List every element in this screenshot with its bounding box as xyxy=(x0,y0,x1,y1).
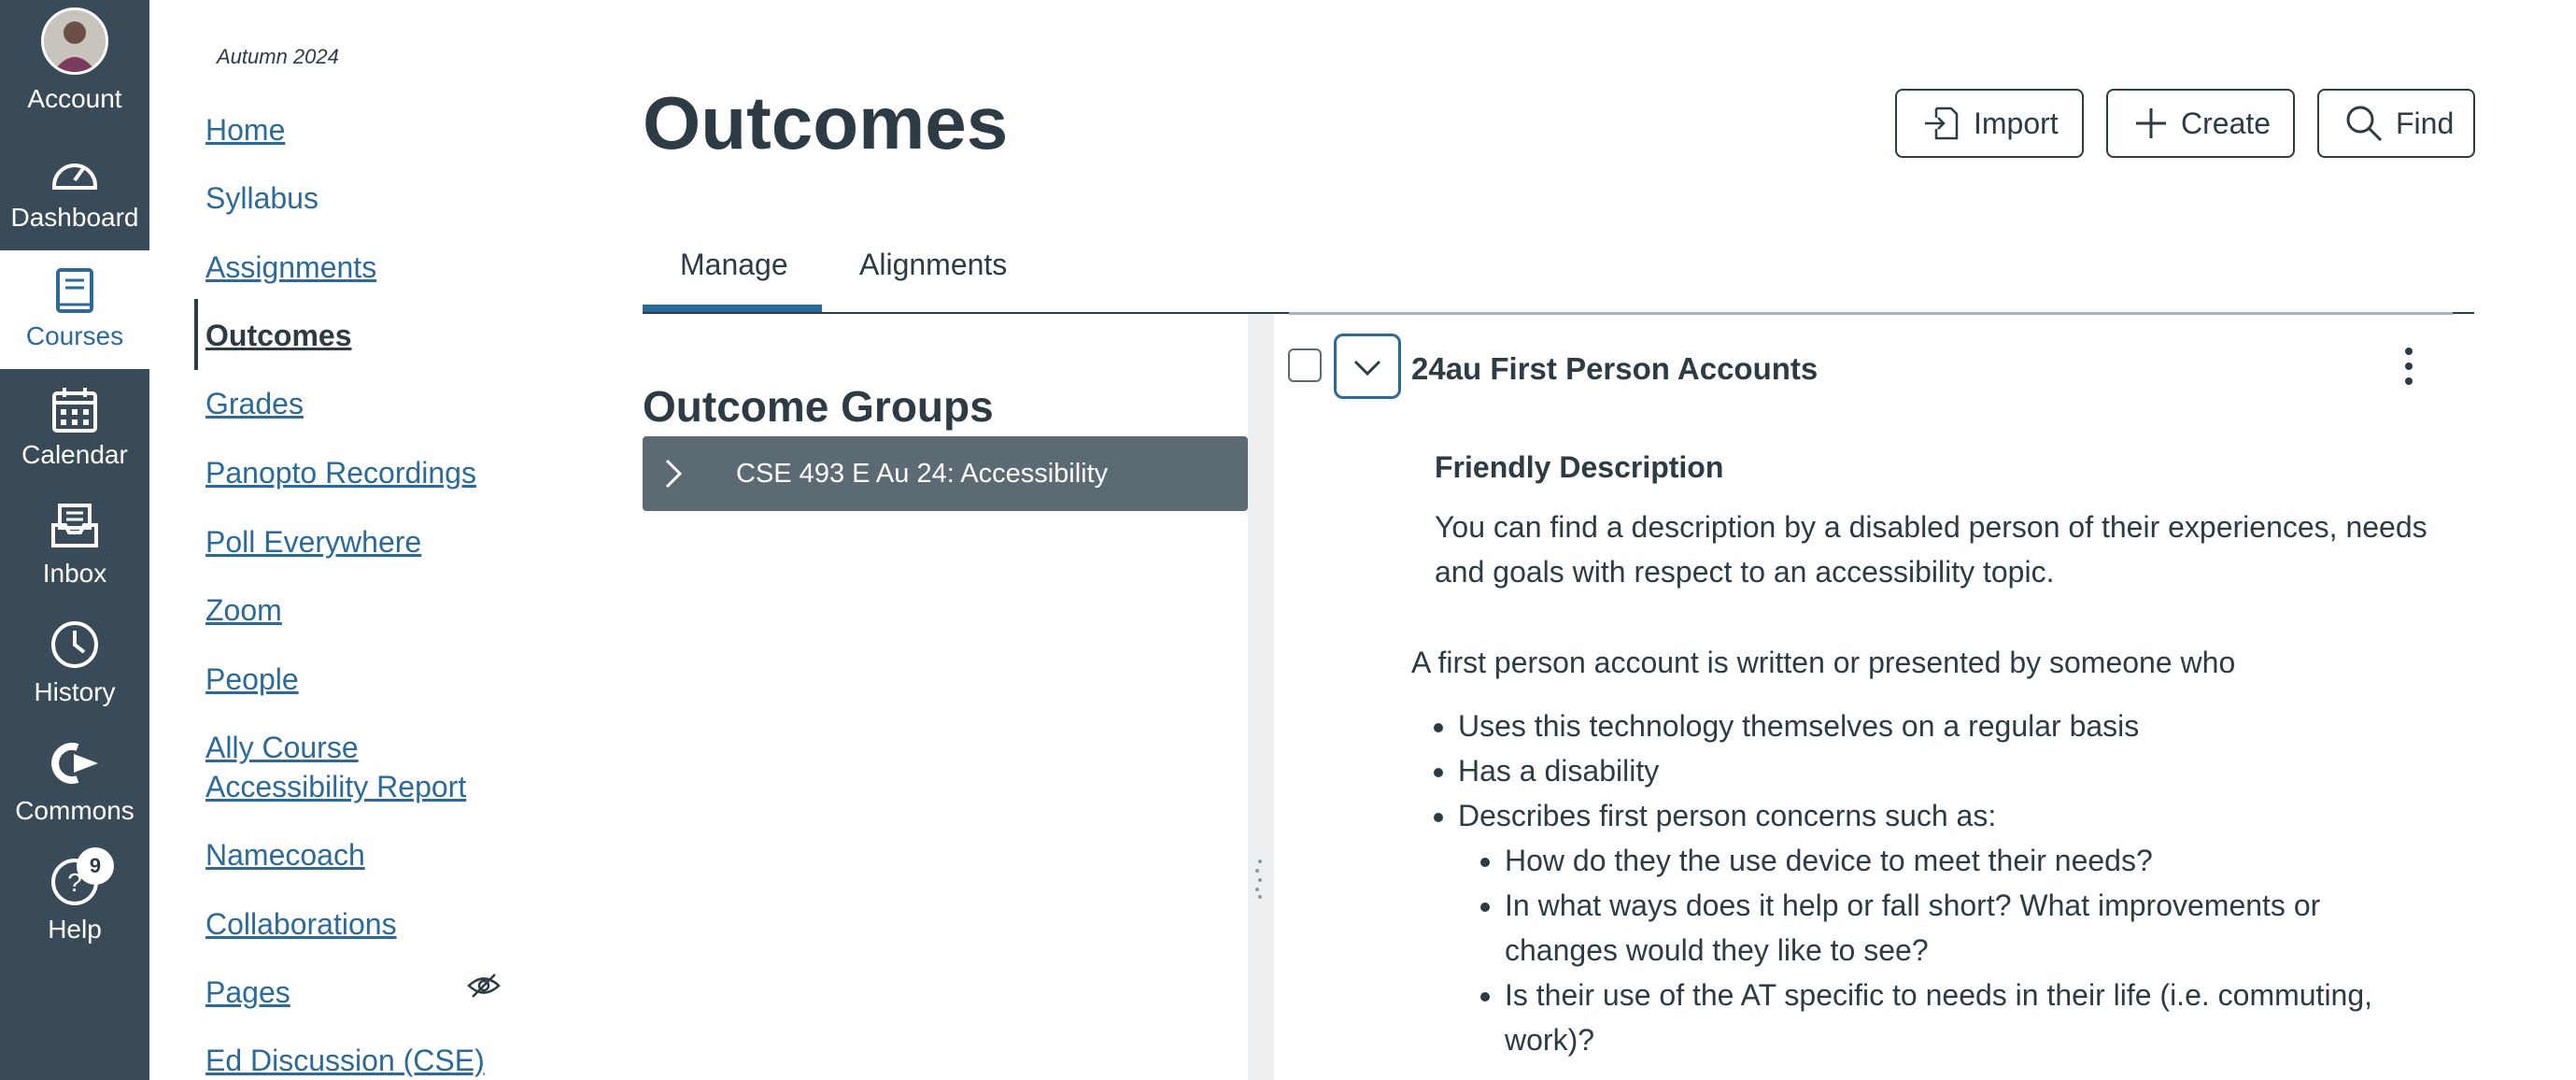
course-nav-grades[interactable]: Grades xyxy=(205,384,304,423)
hidden-eye-icon xyxy=(467,973,501,998)
ally-line-1: Ally Course xyxy=(205,731,359,764)
sub-list-item: In what ways does it help or fall short?… xyxy=(1505,883,2373,973)
course-nav-ally-report[interactable]: Ally Course Accessibility Report xyxy=(205,728,466,806)
sub-list-item: How do they the use device to meet their… xyxy=(1505,838,2373,883)
tab-alignments[interactable]: Alignments xyxy=(859,248,1007,282)
plus-icon xyxy=(2136,108,2166,138)
chevron-right-icon xyxy=(665,459,683,489)
global-nav-account-label: Account xyxy=(27,84,122,113)
commons-icon xyxy=(51,743,98,784)
global-nav-inbox[interactable]: Inbox xyxy=(0,488,149,606)
find-button[interactable]: Find xyxy=(2317,89,2475,158)
outcome-group-item[interactable]: CSE 493 E Au 24: Accessibility xyxy=(643,436,1248,511)
global-nav-dashboard-label: Dashboard xyxy=(10,203,139,232)
list-item-text: Describes first person concerns such as: xyxy=(1458,799,1997,832)
outcome-list-top-border xyxy=(1289,312,2453,315)
calendar-icon xyxy=(52,388,97,433)
global-nav-account[interactable]: Account xyxy=(0,0,149,119)
sub-list-item: Is their use of the AT specific to needs… xyxy=(1505,973,2373,1062)
global-nav-courses[interactable]: Courses xyxy=(0,250,149,369)
course-nav-zoom[interactable]: Zoom xyxy=(205,590,282,630)
ally-line-2: Accessibility Report xyxy=(205,770,467,803)
course-nav-panopto[interactable]: Panopto Recordings xyxy=(205,453,476,492)
panel-resizer[interactable] xyxy=(1248,314,1274,1080)
description-intro: A first person account is written or pre… xyxy=(1411,646,2236,679)
list-item: Has a disability xyxy=(1458,748,2485,793)
avatar xyxy=(41,7,108,75)
chevron-down-icon xyxy=(1353,360,1381,377)
friendly-description-label: Friendly Description xyxy=(1435,450,1724,484)
global-nav-dashboard[interactable]: Dashboard xyxy=(0,119,149,237)
outcome-select-checkbox[interactable] xyxy=(1288,348,1322,382)
help-badge: 9 xyxy=(77,847,114,885)
global-nav-calendar[interactable]: Calendar xyxy=(0,369,149,488)
global-nav-commons[interactable]: Commons xyxy=(0,725,149,844)
course-nav-pages[interactable]: Pages xyxy=(205,973,290,1012)
tab-manage[interactable]: Manage xyxy=(680,248,788,282)
more-options-icon[interactable] xyxy=(2402,346,2415,387)
course-nav-syllabus[interactable]: Syllabus xyxy=(205,178,318,218)
import-label: Import xyxy=(1974,106,2059,140)
current-page-indicator xyxy=(194,299,198,370)
import-button[interactable]: Import xyxy=(1895,89,2084,158)
friendly-description-text: You can find a description by a disabled… xyxy=(1435,510,2427,589)
global-nav-calendar-label: Calendar xyxy=(21,440,128,469)
list-item-with-sublist: Describes first person concerns such as:… xyxy=(1458,793,2485,1062)
global-nav-courses-label: Courses xyxy=(25,321,124,350)
course-nav-home[interactable]: Home xyxy=(205,110,285,149)
sub-list: How do they the use device to meet their… xyxy=(1458,838,2485,1062)
global-nav-history[interactable]: History xyxy=(0,606,149,725)
dashboard-icon xyxy=(52,163,97,190)
outcome-group-label: CSE 493 E Au 24: Accessibility xyxy=(736,459,1109,489)
list-item: Uses this technology themselves on a reg… xyxy=(1458,703,2485,748)
import-icon xyxy=(1925,107,1959,140)
course-nav-poll-everywhere[interactable]: Poll Everywhere xyxy=(205,522,421,561)
course-nav-people[interactable]: People xyxy=(205,660,299,699)
outcome-groups-heading: Outcome Groups xyxy=(643,382,994,431)
search-icon xyxy=(2346,106,2383,142)
global-nav-inbox-label: Inbox xyxy=(42,559,107,588)
global-nav-help-label: Help xyxy=(48,915,102,944)
term-label: Autumn 2024 xyxy=(217,45,339,68)
global-nav-commons-label: Commons xyxy=(15,796,134,825)
clock-icon xyxy=(51,621,98,668)
outcome-title: 24au First Person Accounts xyxy=(1411,351,1819,386)
global-nav-history-label: History xyxy=(34,677,116,706)
outcome-collapse-button[interactable] xyxy=(1334,334,1401,399)
create-label: Create xyxy=(2181,106,2272,140)
course-nav-namecoach[interactable]: Namecoach xyxy=(205,835,365,874)
global-nav-help[interactable]: ? Help xyxy=(0,844,149,962)
description-list: Uses this technology themselves on a reg… xyxy=(1411,703,2485,1062)
course-nav-assignments[interactable]: Assignments xyxy=(205,248,376,287)
active-tab-indicator xyxy=(643,305,822,312)
book-icon xyxy=(56,268,93,313)
global-nav: Account Dashboard Courses Calendar Inbox… xyxy=(0,0,149,1080)
create-button[interactable]: Create xyxy=(2106,89,2295,158)
inbox-icon xyxy=(51,504,98,547)
course-nav-ed-discussion[interactable]: Ed Discussion (CSE) xyxy=(205,1041,485,1080)
course-nav-collaborations[interactable]: Collaborations xyxy=(205,904,397,944)
find-label: Find xyxy=(2396,106,2455,140)
page-title: Outcomes xyxy=(643,81,1009,164)
course-nav-outcomes[interactable]: Outcomes xyxy=(205,316,351,355)
drag-handle-icon[interactable] xyxy=(1254,858,1266,899)
